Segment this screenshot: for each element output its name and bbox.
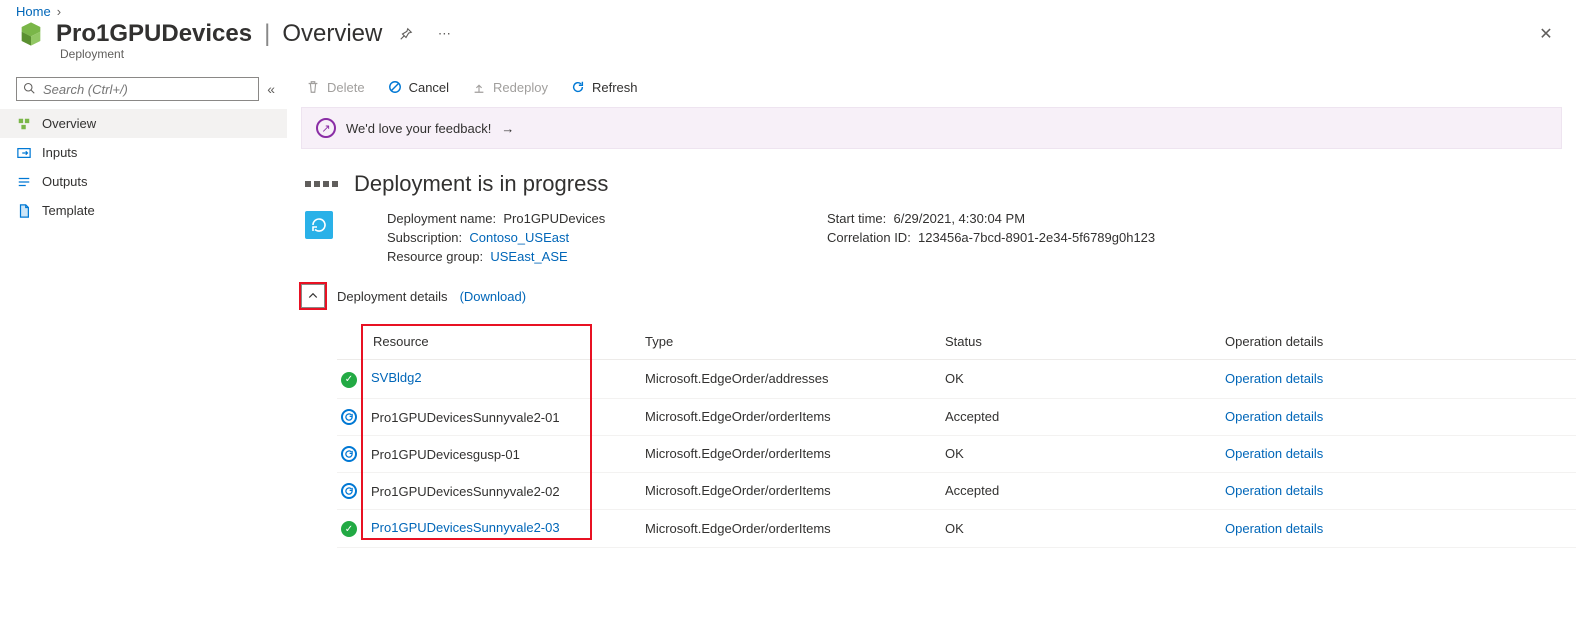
cancel-button[interactable]: Cancel <box>387 79 449 95</box>
redeploy-icon <box>471 79 487 95</box>
sidebar-item-template[interactable]: Template <box>0 196 287 225</box>
details-toggle[interactable] <box>301 284 325 308</box>
resource-status: OK <box>937 435 1217 472</box>
redeploy-button: Redeploy <box>471 79 548 95</box>
meta-correlation-value: 123456a-7bcd-8901-2e34-5f6789g0h123 <box>918 230 1155 245</box>
meta-resource-group-link[interactable]: USEast_ASE <box>490 249 567 264</box>
cancel-icon <box>387 79 403 95</box>
operation-details-link[interactable]: Operation details <box>1225 483 1323 498</box>
in-progress-icon <box>341 409 357 425</box>
toolbar: Delete Cancel Redeploy Refresh <box>301 71 1562 107</box>
breadcrumb: Home › <box>0 0 1576 19</box>
collapse-sidebar-icon[interactable]: « <box>267 81 275 97</box>
sidebar-item-outputs[interactable]: Outputs <box>0 167 287 196</box>
deployment-table: Resource Type Status Operation details ✓… <box>337 324 1576 548</box>
download-link[interactable]: (Download) <box>460 289 526 304</box>
operation-details-link[interactable]: Operation details <box>1225 521 1323 536</box>
resource-icon <box>16 19 46 49</box>
meta-deployment-name-label: Deployment name: <box>387 211 496 226</box>
resource-name: Pro1GPUDevicesSunnyvale2-02 <box>371 484 560 499</box>
col-operation: Operation details <box>1217 324 1576 360</box>
chevron-right-icon: › <box>57 4 61 19</box>
meta-start-time-value: 6/29/2021, 4:30:04 PM <box>893 211 1025 226</box>
operation-details-link[interactable]: Operation details <box>1225 371 1323 386</box>
resource-name: Pro1GPUDevicesgusp-01 <box>371 447 520 462</box>
resource-status: Accepted <box>937 472 1217 509</box>
resource-type: Microsoft.EdgeOrder/orderItems <box>637 398 937 435</box>
meta-correlation-label: Correlation ID: <box>827 230 911 245</box>
pin-icon[interactable] <box>392 20 420 48</box>
search-field[interactable] <box>41 81 252 98</box>
inputs-icon <box>16 146 32 160</box>
success-icon: ✓ <box>341 521 357 537</box>
search-input[interactable] <box>16 77 259 101</box>
more-icon[interactable]: ⋯ <box>430 20 458 48</box>
resource-name: Pro1GPUDevicesSunnyvale2-01 <box>371 410 560 425</box>
col-resource: Resource <box>337 324 637 360</box>
table-row: Pro1GPUDevicesSunnyvale2-01 Microsoft.Edg… <box>337 398 1576 435</box>
breadcrumb-home[interactable]: Home <box>16 4 51 19</box>
refresh-icon <box>570 79 586 95</box>
close-icon[interactable]: ✕ <box>1532 20 1560 48</box>
arrow-right-icon: → <box>501 121 514 136</box>
sidebar-item-overview[interactable]: Overview <box>0 109 287 138</box>
table-row: Pro1GPUDevicesSunnyvale2-02 Microsoft.Edg… <box>337 472 1576 509</box>
page-section: Overview <box>282 20 382 48</box>
meta-resource-group-label: Resource group: <box>387 249 483 264</box>
main-content: Delete Cancel Redeploy Refresh ↗ We'd lo… <box>287 71 1576 634</box>
sidebar-item-label: Inputs <box>42 145 77 160</box>
resource-status: Accepted <box>937 398 1217 435</box>
feedback-banner[interactable]: ↗ We'd love your feedback! → <box>301 107 1562 149</box>
outputs-icon <box>16 175 32 189</box>
feedback-icon: ↗ <box>316 118 336 138</box>
feedback-text: We'd love your feedback! <box>346 121 491 136</box>
meta-subscription-link[interactable]: Contoso_USEast <box>469 230 569 245</box>
table-row: ✓ Pro1GPUDevicesSunnyvale2-03 Microsoft.Ed… <box>337 509 1576 548</box>
resource-type: Microsoft.EdgeOrder/addresses <box>637 360 937 399</box>
search-icon <box>23 82 35 97</box>
details-label: Deployment details <box>337 289 448 304</box>
meta-subscription-label: Subscription: <box>387 230 462 245</box>
page-subtitle: Deployment <box>0 47 1576 71</box>
progress-icon <box>305 181 338 187</box>
page-title: Pro1GPUDevices <box>56 20 252 48</box>
in-progress-icon <box>341 446 357 462</box>
template-icon <box>16 204 32 218</box>
sidebar-item-label: Outputs <box>42 174 88 189</box>
resource-type: Microsoft.EdgeOrder/orderItems <box>637 472 937 509</box>
table-row: ✓ SVBldg2 Microsoft.EdgeOrder/addressesOK O… <box>337 360 1576 399</box>
sidebar-item-inputs[interactable]: Inputs <box>0 138 287 167</box>
resource-status: OK <box>937 360 1217 399</box>
operation-details-link[interactable]: Operation details <box>1225 446 1323 461</box>
trash-icon <box>305 79 321 95</box>
in-progress-icon <box>341 483 357 499</box>
col-type: Type <box>637 324 937 360</box>
sidebar-item-label: Overview <box>42 116 96 131</box>
cubes-icon <box>16 117 32 131</box>
col-status: Status <box>937 324 1217 360</box>
resource-type: Microsoft.EdgeOrder/orderItems <box>637 509 937 548</box>
sidebar: « Overview Inputs Outputs Template <box>0 71 287 634</box>
resource-type: Microsoft.EdgeOrder/orderItems <box>637 435 937 472</box>
sidebar-item-label: Template <box>42 203 95 218</box>
success-icon: ✓ <box>341 372 357 388</box>
deployment-icon <box>305 211 333 239</box>
status-title: Deployment is in progress <box>354 171 608 197</box>
meta-start-time-label: Start time: <box>827 211 886 226</box>
meta-deployment-name-value: Pro1GPUDevices <box>503 211 605 226</box>
resource-name[interactable]: SVBldg2 <box>371 370 422 385</box>
refresh-button[interactable]: Refresh <box>570 79 638 95</box>
operation-details-link[interactable]: Operation details <box>1225 409 1323 424</box>
delete-button: Delete <box>305 79 365 95</box>
resource-name[interactable]: Pro1GPUDevicesSunnyvale2-03 <box>371 520 560 535</box>
chevron-up-icon <box>307 290 319 302</box>
table-row: Pro1GPUDevicesgusp-01 Microsoft.EdgeOrder… <box>337 435 1576 472</box>
resource-status: OK <box>937 509 1217 548</box>
